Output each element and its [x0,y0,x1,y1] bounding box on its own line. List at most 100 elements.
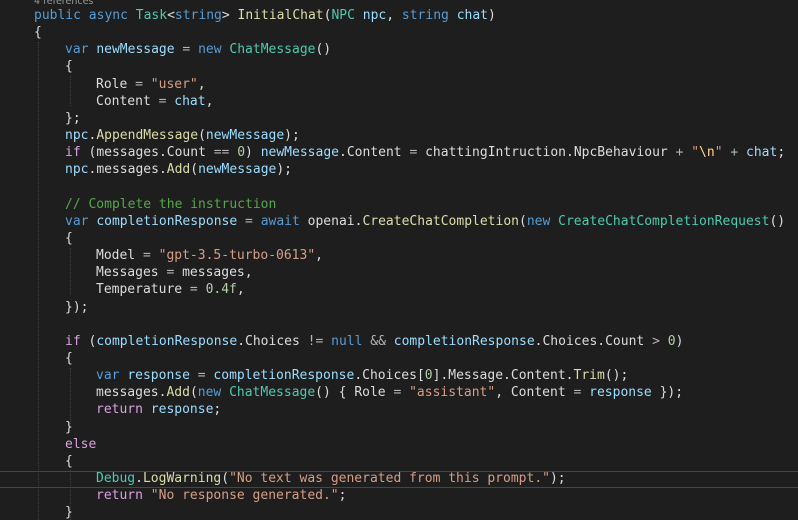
code-line[interactable]: } [65,419,73,436]
code-token: }; [65,110,81,126]
code-token: "assistant" [409,385,496,401]
code-token: return [96,402,143,418]
code-line[interactable]: Model = "gpt-3.5-turbo-0613", [96,247,323,264]
code-line[interactable]: { [65,230,73,247]
code-line[interactable]: var completionResponse = await openai.Cr… [65,213,785,230]
code-token: npc [362,8,387,23]
code-editor[interactable]: 4 references public async Task<string> I… [0,0,798,520]
code-line[interactable]: var newMessage = new ChatMessage() [65,41,331,58]
code-token: // Complete the instruction [65,196,277,212]
code-token: string [401,8,449,23]
code-token: 0.4f [205,282,237,298]
code-line[interactable]: { [65,453,73,470]
code-token: Content [510,385,566,401]
code-line[interactable]: npc.AppendMessage(newMessage); [65,127,300,144]
code-token: messages [182,265,245,281]
code-line[interactable]: return response; [96,401,221,418]
code-line[interactable]: var response = completionResponse.Choice… [96,367,628,384]
code-line[interactable]: npc.messages.Add(newMessage); [65,161,292,178]
code-token: () [769,213,786,229]
code-token: == [213,145,230,161]
code-token: { [65,351,73,366]
code-token: 0 [424,368,433,384]
code-token: = [135,76,143,92]
code-token: = [245,213,253,229]
code-token: var [96,368,120,384]
code-token: await [260,213,300,229]
code-line[interactable]: if (messages.Count == 0) newMessage.Cont… [65,144,785,161]
code-token: LogWarning [142,471,222,487]
code-token: }); [659,385,684,401]
code-token: async [88,8,128,23]
code-token: Content [510,368,566,384]
code-token: npc [65,128,89,144]
code-line[interactable]: { [65,58,73,75]
indent-guide [70,248,71,295]
code-token: . [237,333,246,349]
code-line[interactable]: public async Task<string> InitialChat(NP… [34,7,496,24]
code-token: ( [519,213,527,229]
code-line[interactable]: { [34,24,42,41]
code-token: " [714,145,723,161]
code-line[interactable]: Debug.LogWarning("No text was generated … [96,470,566,487]
code-line[interactable]: else [65,436,96,453]
code-token: ; [777,145,786,161]
code-line[interactable]: }); [65,299,88,316]
code-line[interactable]: if (completionResponse.Choices != null &… [65,333,683,350]
code-line[interactable]: }; [65,110,81,127]
code-token: response [589,385,652,401]
code-token: } [65,505,73,520]
code-line[interactable]: return "No response generated."; [96,487,346,504]
code-token: CreateChatCompletionRequest [558,213,770,229]
code-token: Role [354,385,386,401]
code-token: Add [166,162,191,178]
code-token: Content [346,145,402,161]
code-line[interactable]: { [65,350,73,367]
code-line[interactable]: } [65,504,73,520]
code-token: < [167,8,175,23]
code-token: chat [456,8,489,23]
code-token: [ [416,368,425,384]
code-token: " [691,145,700,161]
code-line[interactable]: Messages = messages, [96,264,253,281]
code-token: 0 [237,145,246,161]
code-token: Add [166,385,190,401]
code-line[interactable]: messages.Add(new ChatMessage() { Role = … [96,384,683,401]
code-token: && [370,333,386,349]
code-line[interactable]: // Complete the instruction [65,196,276,213]
code-token: ); [276,162,293,178]
code-line[interactable]: Content = chat, [96,93,213,110]
code-line[interactable]: Role = "user", [96,76,206,93]
code-token: if [65,333,81,349]
code-token: completionResponse [96,213,238,229]
code-token: response [150,402,214,418]
code-token: != [307,333,324,349]
code-token: ( [221,471,230,487]
code-token: ); [549,471,566,487]
code-token: Count [605,333,645,349]
code-token: ( [198,128,206,144]
code-token: () [315,385,331,401]
code-token: () [315,42,332,58]
code-token: AppendMessage [96,128,199,144]
code-token: , [495,385,504,401]
code-token: . [158,145,167,161]
indent-guide [70,368,71,424]
code-token: = [197,368,206,384]
code-line[interactable]: Temperature = 0.4f, [96,281,245,298]
